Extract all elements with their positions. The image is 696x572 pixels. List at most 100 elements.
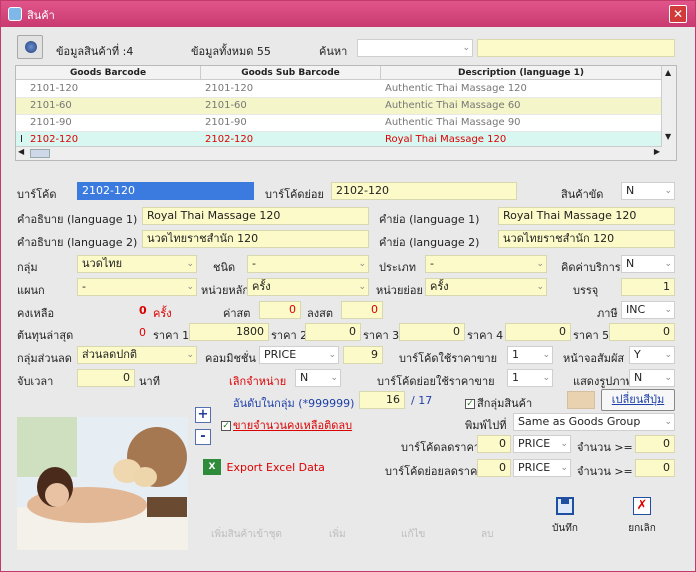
order-label: อันดับในกลุ่ม (*999999) xyxy=(233,397,355,410)
cost-total-input[interactable]: 0 xyxy=(341,301,383,319)
export-excel-button[interactable]: X Export Excel Data xyxy=(203,459,325,479)
products-grid[interactable]: Goods Barcode Goods Sub Barcode Descript… xyxy=(15,65,677,161)
barcode-discount-input[interactable]: 0 xyxy=(477,435,511,453)
stock-unit: ครั้ง xyxy=(153,307,172,320)
price3-input[interactable]: 0 xyxy=(399,323,465,341)
chevron-down-icon: ⌄ xyxy=(330,373,338,383)
add-to-set-button[interactable]: เพิ่มสินค้าเข้าชุด xyxy=(211,527,282,542)
chevron-down-icon: ⌄ xyxy=(664,417,672,427)
scroll-down-icon[interactable]: ▼ xyxy=(665,132,671,141)
change-color-button[interactable]: เปลี่ยนสีปุ่ม xyxy=(601,389,675,411)
remove-image-button[interactable]: - xyxy=(195,429,211,445)
color-group-checkbox[interactable]: ✓ สีกลุ่มสินค้า xyxy=(465,394,532,412)
type-select[interactable]: - ⌄ xyxy=(247,255,369,273)
sell-negative-stock-checkbox[interactable]: ✓ ขายจำนวนคงเหลือติดลบ xyxy=(221,416,352,434)
desc1-input[interactable]: Royal Thai Massage 120 xyxy=(142,207,369,225)
color-swatch[interactable] xyxy=(567,391,595,409)
cancel-sale-select[interactable]: N ⌄ xyxy=(295,369,341,387)
use-sale-barcode-select[interactable]: 1 ⌄ xyxy=(507,346,553,364)
barcode-cell: 2101-60 xyxy=(30,100,72,111)
save-button[interactable]: บันทึก xyxy=(545,497,585,541)
description-cell: Authentic Thai Massage 60 xyxy=(385,100,521,111)
touch-screen-select[interactable]: Y ⌄ xyxy=(629,346,675,364)
close-button[interactable]: ✕ xyxy=(669,5,687,23)
column-header-barcode[interactable]: Goods Barcode xyxy=(16,66,201,80)
cost-label: ค่าสต xyxy=(223,307,251,320)
discount-group-label: กลุ่มส่วนลด xyxy=(17,352,72,365)
price2-input[interactable]: 0 xyxy=(305,323,361,341)
price3-label: ราคา 3 xyxy=(363,329,400,342)
barcode-discount-type-select[interactable]: PRICE ⌄ xyxy=(513,435,571,453)
search-label: ค้นหา xyxy=(319,45,348,58)
order-input[interactable]: 16 xyxy=(359,391,405,409)
cancel-button[interactable]: ✗ ยกเลิก xyxy=(619,497,665,541)
timer-input[interactable]: 0 xyxy=(77,369,135,387)
short2-input[interactable]: นวดไทยราชสำนัก 120 xyxy=(498,230,675,248)
chevron-down-icon: ⌄ xyxy=(560,463,568,473)
search-field-combo[interactable]: ⌄ xyxy=(357,39,473,57)
sub-barcode-discount-qty-input[interactable]: 0 xyxy=(635,459,675,477)
chevron-down-icon: ⌄ xyxy=(462,43,470,53)
checkbox-checked-icon: ✓ xyxy=(465,399,475,409)
sub-unit-label: หน่วยย่อย xyxy=(376,284,423,297)
vertical-scrollbar[interactable]: ▲ ▼ xyxy=(661,66,676,160)
chevron-down-icon: ⌄ xyxy=(542,373,550,383)
stock-value: 0 xyxy=(139,304,147,317)
discount-group-select[interactable]: ส่วนลดปกติ ⌄ xyxy=(77,346,197,364)
price4-input[interactable]: 0 xyxy=(505,323,571,341)
delete-button[interactable]: ลบ xyxy=(481,527,493,542)
short1-input[interactable]: Royal Thai Massage 120 xyxy=(498,207,675,225)
column-header-description[interactable]: Description (language 1) xyxy=(381,66,662,80)
main-unit-select[interactable]: ครั้ง ⌄ xyxy=(247,278,369,296)
group-select[interactable]: นวดไทย ⌄ xyxy=(77,255,197,273)
order-total: / 17 xyxy=(411,394,433,407)
commission-type-select[interactable]: PRICE ⌄ xyxy=(259,346,339,364)
category-select[interactable]: - ⌄ xyxy=(425,255,547,273)
barcode-discount-qty-input[interactable]: 0 xyxy=(635,435,675,453)
commission-amount-input[interactable]: 9 xyxy=(343,346,383,364)
scroll-right-icon[interactable]: ▶ xyxy=(654,147,660,156)
description-cell: Authentic Thai Massage 120 xyxy=(385,83,527,94)
desc2-input[interactable]: นวดไทยราชสำนัก 120 xyxy=(142,230,369,248)
discontinued-select[interactable]: N ⌄ xyxy=(621,182,675,200)
chevron-down-icon: ⌄ xyxy=(664,373,672,383)
tax-select[interactable]: INC ⌄ xyxy=(621,301,675,319)
search-input[interactable] xyxy=(477,39,675,57)
dept-select[interactable]: - ⌄ xyxy=(77,278,197,296)
barcode-label: บาร์โค้ด xyxy=(17,188,57,201)
chevron-down-icon: ⌄ xyxy=(664,305,672,315)
column-header-sub-barcode[interactable]: Goods Sub Barcode xyxy=(201,66,381,80)
edit-button[interactable]: แก้ไข xyxy=(401,527,425,542)
scroll-thumb[interactable] xyxy=(30,149,50,158)
price1-input[interactable]: 1800 xyxy=(189,323,269,341)
barcode-input[interactable]: 2102-120 xyxy=(77,182,254,200)
show-image-select[interactable]: N ⌄ xyxy=(629,369,675,387)
table-row[interactable]: 2101-90 2101-90 Authentic Thai Massage 9… xyxy=(16,115,662,132)
chevron-down-icon: ⌄ xyxy=(536,282,544,292)
add-button[interactable]: เพิ่ม xyxy=(329,527,346,542)
last-cost-label: ต้นทุนล่าสุด xyxy=(17,329,74,342)
service-fee-select[interactable]: N ⌄ xyxy=(621,255,675,273)
tax-label: ภาษี xyxy=(597,307,618,320)
cost-input[interactable]: 0 xyxy=(259,301,301,319)
table-row[interactable]: 2101-120 2101-120 Authentic Thai Massage… xyxy=(16,81,662,98)
sub-barcode-discount-type-select[interactable]: PRICE ⌄ xyxy=(513,459,571,477)
sub-barcode-cell: 2101-90 xyxy=(205,117,247,128)
use-sale-sub-barcode-label: บาร์โค้ดย่อยใช้ราคาขาย xyxy=(377,375,495,388)
add-image-button[interactable]: + xyxy=(195,407,211,423)
refresh-button[interactable] xyxy=(17,35,43,59)
sub-unit-select[interactable]: ครั้ง ⌄ xyxy=(425,278,547,296)
dept-label: แผนก xyxy=(17,284,45,297)
table-row[interactable]: 2101-60 2101-60 Authentic Thai Massage 6… xyxy=(16,98,662,115)
horizontal-scrollbar[interactable]: ◀ ▶ xyxy=(16,146,662,160)
pack-input[interactable]: 1 xyxy=(621,278,675,296)
sub-barcode-discount-input[interactable]: 0 xyxy=(477,459,511,477)
price5-input[interactable]: 0 xyxy=(609,323,675,341)
scroll-up-icon[interactable]: ▲ xyxy=(665,68,671,77)
use-sale-sub-barcode-select[interactable]: 1 ⌄ xyxy=(507,369,553,387)
print-to-select[interactable]: Same as Goods Group ⌄ xyxy=(513,413,675,431)
product-window: สินค้า ✕ ข้อมูลสินค้าที่ :4 ข้อมูลทั้งหม… xyxy=(0,0,696,572)
sub-barcode-input[interactable]: 2102-120 xyxy=(331,182,517,200)
scroll-left-icon[interactable]: ◀ xyxy=(18,147,24,156)
use-sale-barcode-label: บาร์โค้ดใช้ราคาขาย xyxy=(399,352,498,365)
